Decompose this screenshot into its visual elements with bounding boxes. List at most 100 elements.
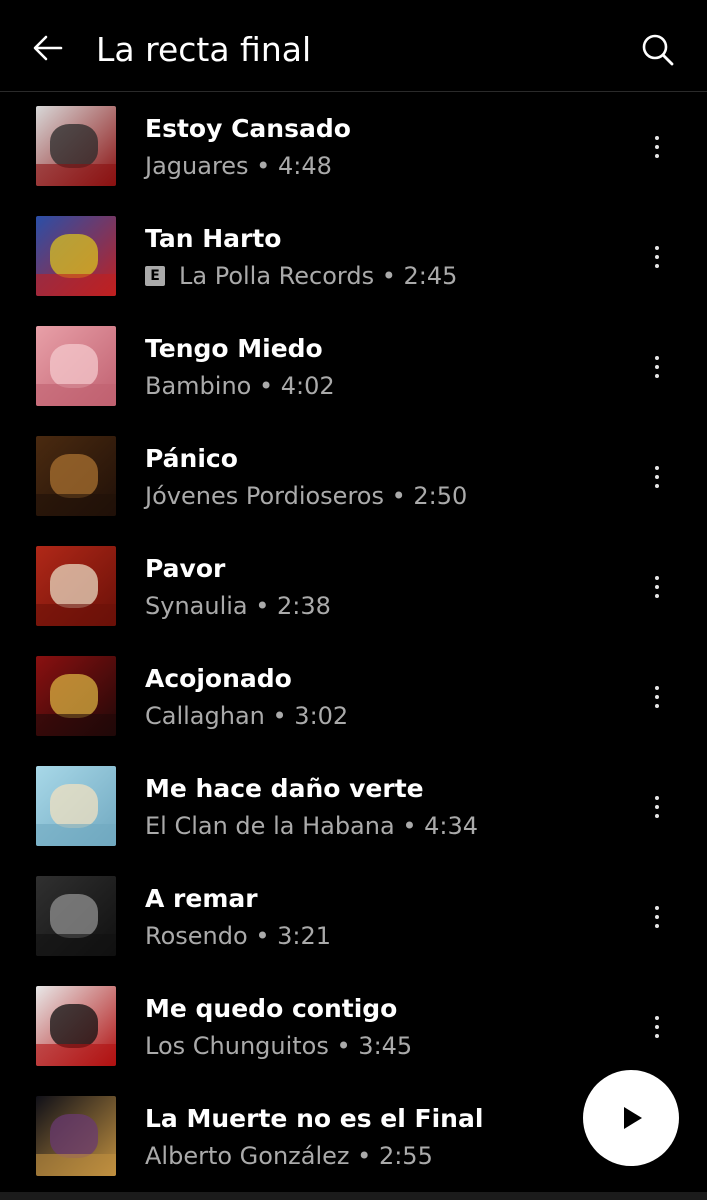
bottom-edge	[0, 1192, 707, 1200]
more-options-button[interactable]	[640, 788, 674, 826]
separator-dot: •	[349, 1142, 379, 1170]
more-vert-icon-dot	[655, 915, 659, 919]
song-artist: La Polla Records	[179, 262, 375, 290]
album-art	[36, 216, 116, 296]
separator-dot: •	[247, 922, 278, 950]
song-title: Tengo Miedo	[145, 334, 323, 363]
song-artist: Jaguares	[145, 152, 249, 180]
song-subtitle: El Clan de la Habana • 4:34	[145, 809, 478, 843]
more-options-button[interactable]	[640, 678, 674, 716]
more-vert-icon-dot	[655, 1025, 659, 1029]
song-row[interactable]: Estoy Cansado Jaguares • 4:48	[0, 92, 707, 202]
song-row[interactable]: Acojonado Callaghan • 3:02	[0, 642, 707, 752]
more-vert-icon-dot	[655, 594, 659, 598]
song-duration: 4:02	[280, 372, 335, 400]
song-title: Estoy Cansado	[145, 114, 351, 143]
more-options-button[interactable]	[640, 348, 674, 386]
album-art	[36, 436, 116, 516]
more-vert-icon-dot	[655, 475, 659, 479]
more-vert-icon	[655, 796, 659, 800]
song-title: Acojonado	[145, 664, 292, 693]
more-vert-icon	[655, 356, 659, 360]
song-artist: Synaulia	[145, 592, 248, 620]
song-duration: 3:21	[277, 922, 332, 950]
song-duration: 2:45	[403, 262, 458, 290]
page-title: La recta final	[96, 30, 312, 69]
song-subtitle: E La Polla Records • 2:45	[145, 259, 457, 293]
play-icon	[624, 1107, 642, 1129]
more-vert-icon	[655, 686, 659, 690]
song-row[interactable]: Pavor Synaulia • 2:38	[0, 532, 707, 642]
song-title: A remar	[145, 884, 258, 913]
song-subtitle: Los Chunguitos • 3:45	[145, 1029, 412, 1063]
song-subtitle: Jóvenes Pordioseros • 2:50	[145, 479, 467, 513]
album-art	[36, 986, 116, 1066]
more-options-button[interactable]	[640, 898, 674, 936]
album-art	[36, 656, 116, 736]
song-artist: Alberto González	[145, 1142, 350, 1170]
song-subtitle: Bambino • 4:02	[145, 369, 335, 403]
album-art	[36, 766, 116, 846]
more-vert-icon-dot	[655, 365, 659, 369]
more-options-button[interactable]	[640, 238, 674, 276]
separator-dot: •	[247, 592, 278, 620]
separator-dot: •	[264, 702, 295, 730]
song-subtitle: Alberto González • 2:55	[145, 1139, 433, 1173]
song-artist: Bambino	[145, 372, 252, 400]
more-vert-icon-dot	[655, 814, 659, 818]
more-vert-icon	[655, 466, 659, 470]
song-artist: Los Chunguitos	[145, 1032, 329, 1060]
song-subtitle: Callaghan • 3:02	[145, 699, 348, 733]
more-vert-icon-dot	[655, 805, 659, 809]
search-button[interactable]	[636, 28, 680, 72]
album-art	[36, 546, 116, 626]
song-artist: Callaghan	[145, 702, 265, 730]
song-artist: Rosendo	[145, 922, 248, 950]
song-row[interactable]: Me hace daño verte El Clan de la Habana •…	[0, 752, 707, 862]
more-vert-icon-dot	[655, 484, 659, 488]
song-artist: El Clan de la Habana	[145, 812, 395, 840]
more-options-button[interactable]	[640, 128, 674, 166]
separator-dot: •	[328, 1032, 359, 1060]
more-vert-icon-dot	[655, 1034, 659, 1038]
more-options-button[interactable]	[640, 1008, 674, 1046]
album-art	[36, 326, 116, 406]
more-vert-icon-dot	[655, 924, 659, 928]
separator-dot: •	[383, 482, 414, 510]
more-vert-icon	[655, 1016, 659, 1020]
play-button[interactable]	[583, 1070, 679, 1166]
more-vert-icon	[655, 906, 659, 910]
song-title: La Muerte no es el Final	[145, 1104, 484, 1133]
song-row[interactable]: Me quedo contigo Los Chunguitos • 3:45	[0, 972, 707, 1082]
more-vert-icon-dot	[655, 264, 659, 268]
song-row[interactable]: Tan Harto E La Polla Records • 2:45	[0, 202, 707, 312]
more-vert-icon-dot	[655, 145, 659, 149]
song-subtitle: Jaguares • 4:48	[145, 149, 332, 183]
song-duration: 2:38	[277, 592, 331, 620]
more-vert-icon	[655, 246, 659, 250]
song-title: Me hace daño verte	[145, 774, 424, 803]
more-vert-icon	[655, 136, 659, 140]
separator-dot: •	[394, 812, 425, 840]
album-art	[36, 876, 116, 956]
explicit-badge: E	[145, 266, 165, 286]
song-subtitle: Rosendo • 3:21	[145, 919, 331, 953]
song-title: Me quedo contigo	[145, 994, 398, 1023]
back-button[interactable]	[26, 26, 70, 70]
song-row[interactable]: A remar Rosendo • 3:21	[0, 862, 707, 972]
song-row[interactable]: Pánico Jóvenes Pordioseros • 2:50	[0, 422, 707, 532]
song-title: Tan Harto	[145, 224, 282, 253]
more-vert-icon-dot	[655, 695, 659, 699]
separator-dot: •	[251, 372, 281, 400]
song-row[interactable]: Tengo Miedo Bambino • 4:02	[0, 312, 707, 422]
separator-dot: •	[248, 152, 278, 180]
more-vert-icon-dot	[655, 704, 659, 708]
song-duration: 3:02	[294, 702, 349, 730]
more-options-button[interactable]	[640, 568, 674, 606]
more-options-button[interactable]	[640, 458, 674, 496]
song-duration: 4:34	[424, 812, 479, 840]
song-subtitle: Synaulia • 2:38	[145, 589, 331, 623]
album-art	[36, 1096, 116, 1176]
more-vert-icon-dot	[655, 374, 659, 378]
separator-dot: •	[374, 262, 404, 290]
